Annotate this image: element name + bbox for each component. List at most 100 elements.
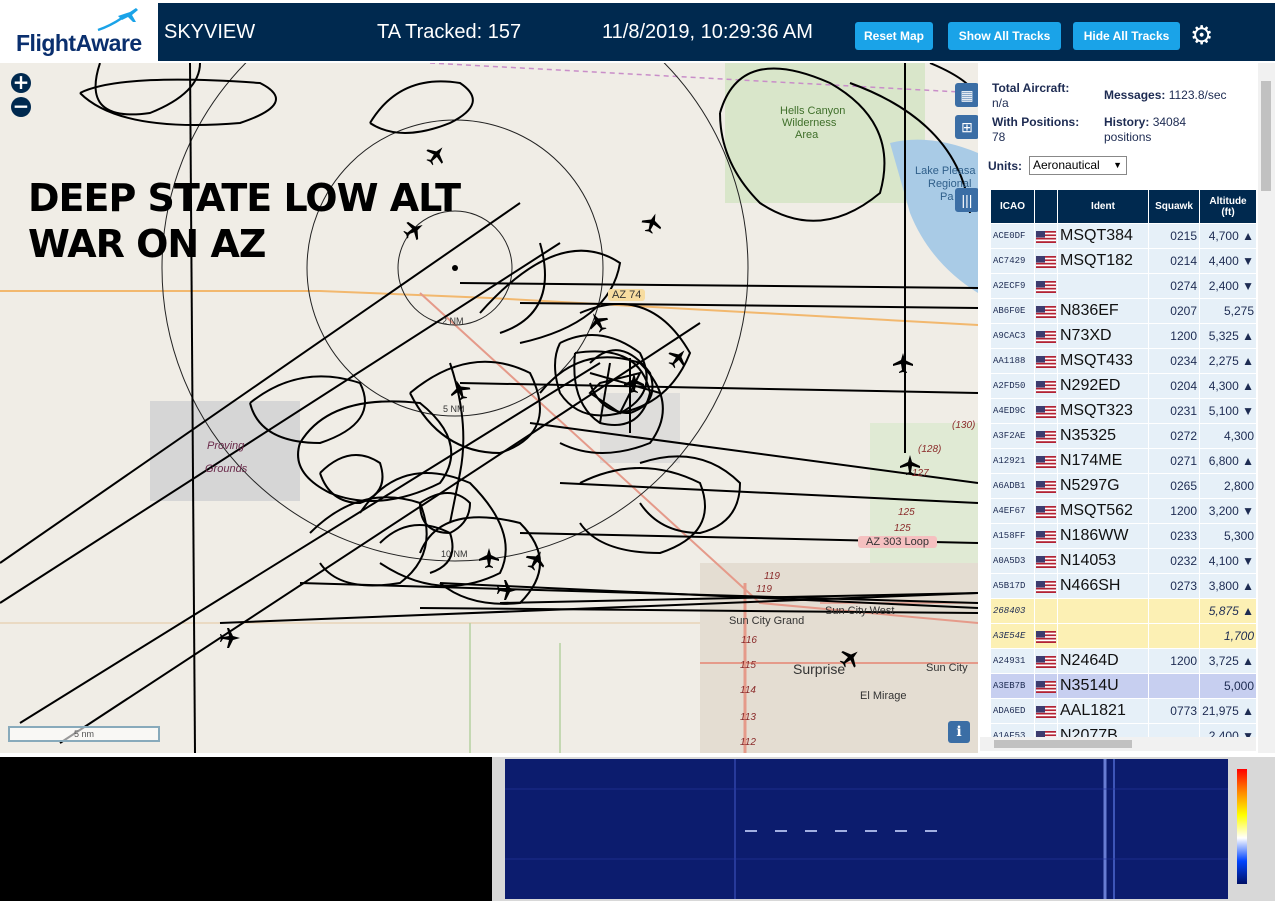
table-row[interactable]: A3EB7B N3514U 5,000 (991, 674, 1256, 698)
hide-all-tracks-button[interactable]: Hide All Tracks (1073, 22, 1180, 50)
app-name: SKYVIEW (164, 21, 256, 43)
us-flag-icon (1036, 530, 1056, 543)
col-squawk[interactable]: Squawk (1149, 190, 1199, 223)
cell-ident: N2464D (1058, 649, 1148, 673)
aircraft-icon[interactable] (421, 140, 451, 170)
cell-ident: N5297G (1058, 474, 1148, 498)
cell-squawk (1149, 599, 1199, 623)
black-panel (0, 757, 492, 901)
aircraft-icon[interactable] (447, 377, 473, 403)
cell-altitude: 5,875 ▲ (1200, 599, 1256, 623)
aircraft-icon[interactable] (663, 343, 693, 373)
table-row[interactable]: ADA6ED AAL1821 0773 21,975 ▲ (991, 699, 1256, 723)
cell-ident: N186WW (1058, 524, 1148, 548)
cell-squawk: 1200 (1149, 499, 1199, 523)
table-row[interactable]: AA1188 MSQT433 0234 2,275 ▲ (991, 349, 1256, 373)
scrollbar-thumb[interactable] (1261, 81, 1271, 191)
aircraft-icon[interactable] (624, 373, 644, 393)
total-aircraft-value: n/a (992, 96, 1009, 110)
table-row[interactable]: A0A5D3 N14053 0232 4,100 ▼ (991, 549, 1256, 573)
cell-flag (1035, 599, 1057, 623)
aircraft-icon[interactable] (479, 548, 499, 568)
map-layers-icon[interactable]: ▦ (955, 83, 978, 107)
cell-squawk: 0272 (1149, 424, 1199, 448)
table-row[interactable]: A4EF67 MSQT562 1200 3,200 ▼ (991, 499, 1256, 523)
col-icao[interactable]: ICAO (991, 190, 1034, 223)
cell-ident (1058, 624, 1148, 648)
cell-altitude: 1,700 (1200, 624, 1256, 648)
settings-gear-icon[interactable]: ⚙ (1190, 20, 1213, 51)
table-row[interactable]: AB6F0E N836EF 0207 5,275 (991, 299, 1256, 323)
panel-vertical-scrollbar[interactable] (1258, 63, 1275, 753)
table-row[interactable]: A2FD50 N292ED 0204 4,300 ▲ (991, 374, 1256, 398)
us-flag-icon (1036, 505, 1056, 518)
table-row[interactable]: 268403 5,875 ▲ (991, 599, 1256, 623)
table-row[interactable]: A3F2AE N35325 0272 4,300 (991, 424, 1256, 448)
ta-tracked-count: TA Tracked: 157 (377, 21, 522, 43)
table-row[interactable]: A4ED9C MSQT323 0231 5,100 ▼ (991, 399, 1256, 423)
aircraft-icon[interactable] (835, 643, 865, 673)
units-select[interactable]: Aeronautical ▼ (1029, 156, 1127, 175)
map-view[interactable]: Hells Canyon Wilderness Area Lake Pleasa… (0, 63, 978, 753)
cell-altitude: 4,300 ▲ (1200, 374, 1256, 398)
zoom-in-button[interactable]: + (11, 72, 31, 93)
cell-icao: A6ADB1 (991, 474, 1034, 498)
table-row[interactable]: A9CAC3 N73XD 1200 5,325 ▲ (991, 324, 1256, 348)
flightaware-logo[interactable]: FlightAware (0, 0, 158, 63)
scrollbar-thumb[interactable] (994, 740, 1132, 748)
history-value: 34084 (1152, 115, 1187, 129)
cell-ident: N3514U (1058, 674, 1148, 698)
units-label: Units: (988, 159, 1022, 173)
cell-icao: A4ED9C (991, 399, 1034, 423)
aircraft-icon[interactable] (522, 546, 550, 574)
table-row[interactable]: A3E54E 1,700 (991, 624, 1256, 648)
aircraft-icon[interactable] (497, 580, 517, 600)
panel-horizontal-scrollbar[interactable] (980, 737, 1256, 751)
cell-altitude: 5,300 (1200, 524, 1256, 548)
aircraft-icon[interactable] (893, 353, 913, 373)
us-flag-icon (1036, 705, 1056, 718)
cell-flag (1035, 499, 1057, 523)
cell-icao: A12921 (991, 449, 1034, 473)
cell-squawk: 0232 (1149, 549, 1199, 573)
aircraft-icon[interactable] (220, 628, 240, 648)
table-row[interactable]: A6ADB1 N5297G 0265 2,800 (991, 474, 1256, 498)
table-row[interactable]: A158FF N186WW 0233 5,300 (991, 524, 1256, 548)
history-label: History: (1104, 115, 1150, 129)
table-row[interactable]: ACE0DF MSQT384 0215 4,700 ▲ (991, 224, 1256, 248)
cell-ident: N14053 (1058, 549, 1148, 573)
table-row[interactable]: A2ECF9 0274 2,400 ▼ (991, 274, 1256, 298)
aircraft-icon[interactable] (639, 210, 665, 236)
cell-altitude: 4,100 ▼ (1200, 549, 1256, 573)
cell-icao: AC7429 (991, 249, 1034, 273)
table-row[interactable]: A24931 N2464D 1200 3,725 ▲ (991, 649, 1256, 673)
map-scale-label: 5 nm (73, 729, 94, 739)
header-bar: SKYVIEW TA Tracked: 157 11/8/2019, 10:29… (158, 3, 1275, 61)
info-button[interactable]: i (948, 721, 970, 743)
zoom-out-button[interactable]: − (11, 96, 31, 117)
aircraft-table-body: ACE0DF MSQT384 0215 4,700 ▲ AC7429 MSQT182 021… (991, 224, 1256, 748)
col-altitude[interactable]: Altitude (ft) (1200, 190, 1256, 223)
show-all-tracks-button[interactable]: Show All Tracks (948, 22, 1061, 50)
table-row[interactable]: AC7429 MSQT182 0214 4,400 ▼ (991, 249, 1256, 273)
us-flag-icon (1036, 630, 1056, 643)
col-flag[interactable] (1035, 190, 1057, 223)
grid-icon[interactable]: ⊞ (955, 115, 978, 139)
col-ident[interactable]: Ident (1058, 190, 1148, 223)
table-row[interactable]: A12921 N174ME 0271 6,800 ▲ (991, 449, 1256, 473)
cell-icao: A2ECF9 (991, 274, 1034, 298)
aircraft-icon[interactable] (900, 455, 920, 475)
cell-altitude: 4,300 (1200, 424, 1256, 448)
cell-flag (1035, 399, 1057, 423)
cell-flag (1035, 574, 1057, 598)
cell-flag (1035, 674, 1057, 698)
cell-altitude: 3,800 ▲ (1200, 574, 1256, 598)
column-toggle-icon[interactable]: ||| (955, 188, 978, 212)
us-flag-icon (1036, 330, 1056, 343)
aircraft-icon[interactable] (584, 308, 612, 336)
reset-map-button[interactable]: Reset Map (855, 22, 933, 50)
cell-icao: AA1188 (991, 349, 1034, 373)
table-row[interactable]: A5B17D N466SH 0273 3,800 ▲ (991, 574, 1256, 598)
cell-squawk (1149, 674, 1199, 698)
with-positions-label: With Positions: (992, 115, 1080, 129)
